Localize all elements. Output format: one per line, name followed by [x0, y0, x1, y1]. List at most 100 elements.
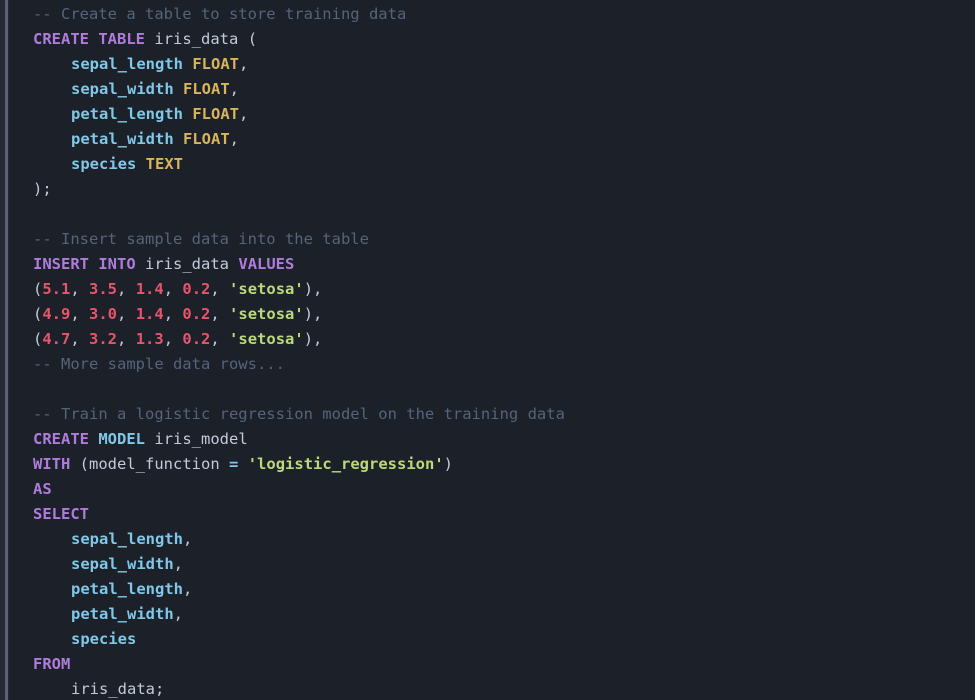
code-line[interactable]: SELECT [9, 502, 975, 527]
token-keyword: FROM [33, 655, 71, 673]
token-number: 3.5 [89, 280, 118, 298]
token-field: sepal_width [71, 555, 174, 573]
code-line[interactable]: CREATE MODEL iris_model [9, 427, 975, 452]
token-punctuation: , [70, 280, 90, 298]
code-line[interactable]: iris_data; [9, 677, 975, 700]
token-keyword: CREATE [33, 430, 89, 448]
code-line[interactable]: species [9, 627, 975, 652]
code-line[interactable]: -- Insert sample data into the table [9, 227, 975, 252]
code-line[interactable]: sepal_width FLOAT, [9, 77, 975, 102]
token-punctuation: , [229, 130, 240, 148]
code-line[interactable]: INSERT INTO iris_data VALUES [9, 252, 975, 277]
gutter-divider-rule [5, 0, 8, 700]
code-line[interactable]: petal_length FLOAT, [9, 102, 975, 127]
token-comment: -- Insert sample data into the table [33, 230, 369, 248]
token-punctuation: ( [247, 30, 258, 48]
token-type: FLOAT [192, 55, 239, 73]
code-editor[interactable]: -- Create a table to store training data… [0, 0, 975, 700]
token-number: 1.3 [135, 330, 164, 348]
token-punctuation: , [117, 280, 136, 298]
code-line[interactable]: (4.7, 3.2, 1.3, 0.2, 'setosa'), [9, 327, 975, 352]
code-line[interactable]: petal_length, [9, 577, 975, 602]
token-keyword: AS [33, 480, 52, 498]
code-line[interactable] [9, 377, 975, 402]
token-identifier: model_function [89, 455, 220, 473]
code-line[interactable]: petal_width FLOAT, [9, 127, 975, 152]
token-type: FLOAT [183, 130, 230, 148]
token-punctuation: , [70, 305, 90, 323]
code-line[interactable]: sepal_length, [9, 527, 975, 552]
code-line[interactable]: ); [9, 177, 975, 202]
code-line[interactable]: (5.1, 3.5, 1.4, 0.2, 'setosa'), [9, 277, 975, 302]
token-number: 4.7 [42, 330, 71, 348]
token-string: 'setosa' [229, 280, 304, 298]
token-punctuation: ), [303, 305, 323, 323]
token-number: 4.9 [42, 305, 71, 323]
code-line[interactable]: AS [9, 477, 975, 502]
code-line[interactable] [9, 202, 975, 227]
code-line[interactable]: FROM [9, 652, 975, 677]
token-punctuation: , [70, 330, 90, 348]
code-line[interactable]: sepal_length FLOAT, [9, 52, 975, 77]
token-punctuation: , [182, 580, 193, 598]
code-line[interactable]: CREATE TABLE iris_data ( [9, 27, 975, 52]
code-line[interactable]: -- Create a table to store training data [9, 2, 975, 27]
token-punctuation: ( [33, 330, 43, 348]
token-number: 1.4 [135, 280, 164, 298]
token-punctuation: ), [303, 330, 323, 348]
token-field: species [71, 630, 137, 648]
code-line[interactable]: petal_width, [9, 602, 975, 627]
token-punctuation: , [117, 305, 136, 323]
token-comment: -- Train a logistic regression model on … [33, 405, 565, 423]
token-type: FLOAT [183, 80, 230, 98]
token-number: 3.0 [89, 305, 118, 323]
token-punctuation: , [173, 555, 183, 573]
token-field: sepal_length [71, 530, 183, 548]
token-identifier: iris_data [71, 680, 155, 698]
token-number: 3.2 [89, 330, 118, 348]
token-punctuation: ; [155, 680, 165, 698]
code-content-area[interactable]: -- Create a table to store training data… [9, 0, 975, 700]
token-number: 1.4 [135, 305, 164, 323]
token-punctuation: ( [33, 280, 43, 298]
token-type: FLOAT [192, 105, 239, 123]
token-number: 5.1 [42, 280, 71, 298]
token-keyword: INSERT [33, 255, 89, 273]
token-punctuation: , [163, 305, 183, 323]
code-line[interactable]: -- Train a logistic regression model on … [9, 402, 975, 427]
code-line[interactable]: WITH (model_function = 'logistic_regress… [9, 452, 975, 477]
token-punctuation: , [163, 330, 183, 348]
token-identifier: iris_model [154, 430, 248, 448]
code-line[interactable]: -- More sample data rows... [9, 352, 975, 377]
token-keyword: INTO [98, 255, 136, 273]
token-punctuation: ), [303, 280, 323, 298]
token-field: sepal_width [71, 80, 174, 98]
token-field: species [71, 155, 137, 173]
token-punctuation: , [163, 280, 183, 298]
token-keyword: SELECT [33, 505, 89, 523]
token-punctuation: , [173, 605, 183, 623]
editor-gutter [0, 0, 9, 700]
code-line[interactable]: sepal_width, [9, 552, 975, 577]
token-punctuation: , [117, 330, 136, 348]
code-line[interactable]: species TEXT [9, 152, 975, 177]
token-punctuation: , [210, 330, 230, 348]
token-type: TEXT [145, 155, 183, 173]
token-keyword: WITH [33, 455, 71, 473]
token-punctuation: ( [79, 455, 90, 473]
code-line[interactable]: (4.9, 3.0, 1.4, 0.2, 'setosa'), [9, 302, 975, 327]
token-keyword: VALUES [238, 255, 295, 273]
